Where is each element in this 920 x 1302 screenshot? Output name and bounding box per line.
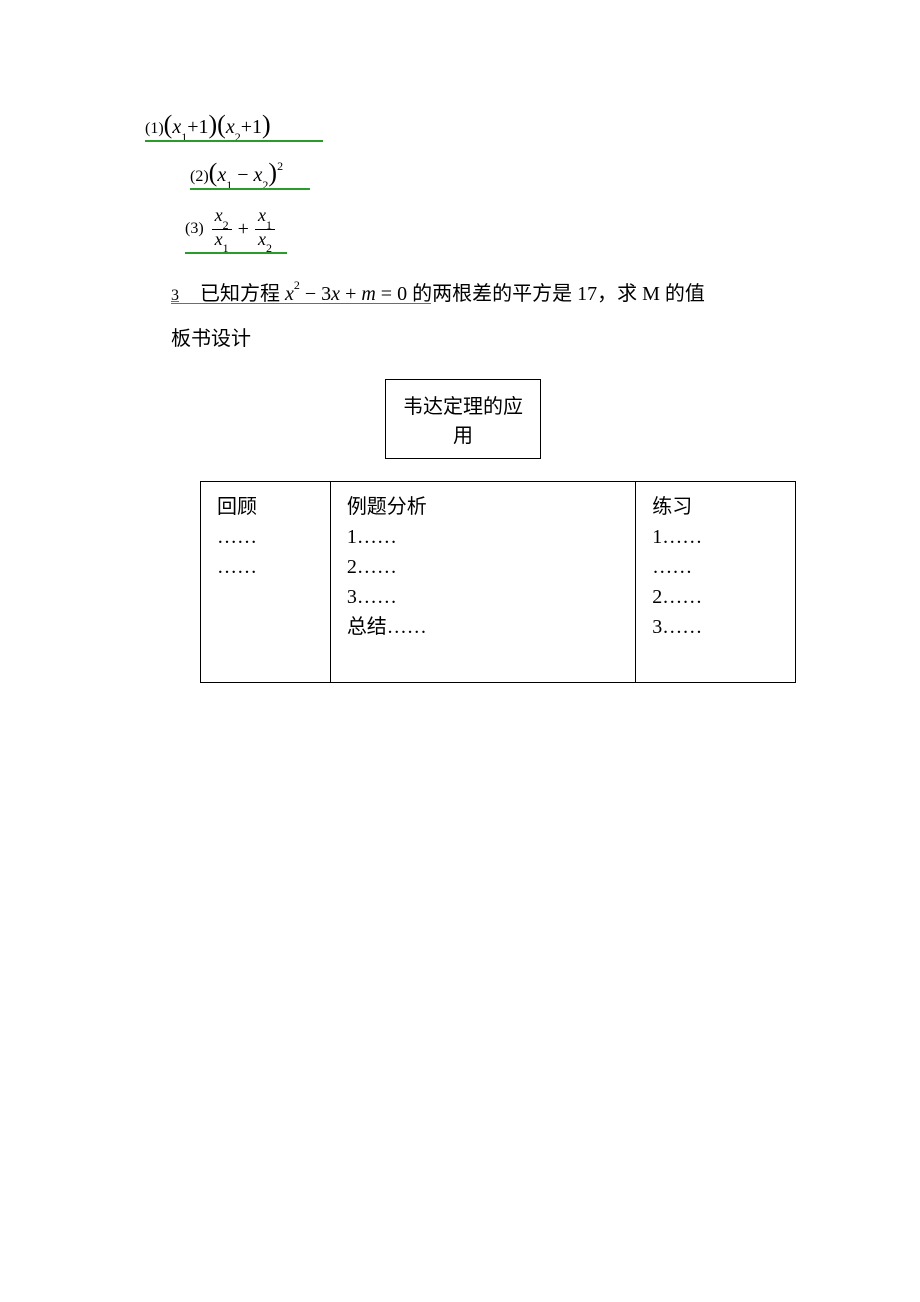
q3-text-post: 的两根差的平方是 17，求 M 的值 bbox=[412, 283, 705, 305]
q3-number: 3 bbox=[171, 287, 179, 304]
green-underline bbox=[145, 140, 165, 142]
question-3: 3 已知方程 x2 − 3x + m = 0 的两根差的平方是 17，求 M 的… bbox=[145, 277, 920, 306]
col-item: …… bbox=[217, 522, 314, 552]
board-col-examples: 例题分析 1…… 2…… 3…… 总结…… bbox=[331, 481, 636, 683]
col-header: 回顾 bbox=[217, 492, 314, 522]
fraction-2: x1 x2 bbox=[255, 206, 275, 253]
col-header: 例题分析 bbox=[347, 492, 619, 522]
col-item: 总结…… bbox=[347, 612, 619, 642]
green-underline bbox=[190, 188, 210, 190]
green-underline bbox=[185, 252, 207, 254]
col-item: …… bbox=[652, 552, 779, 582]
green-underline bbox=[210, 188, 310, 190]
col-item: …… bbox=[217, 552, 314, 582]
col-header: 练习 bbox=[652, 492, 779, 522]
fraction-1: x2 x1 bbox=[212, 206, 232, 253]
col-item: 3…… bbox=[652, 612, 779, 642]
title-box: 韦达定理的应用 bbox=[385, 379, 541, 459]
col-item: 1…… bbox=[347, 522, 619, 552]
board-col-review: 回顾 …… …… bbox=[201, 481, 331, 683]
equation-1: (1)(x1+1)(x2+1) bbox=[145, 110, 920, 142]
eq1-label: (1) bbox=[145, 120, 164, 137]
col-item: 1…… bbox=[652, 522, 779, 552]
green-underline bbox=[165, 140, 323, 142]
col-item: 3…… bbox=[347, 582, 619, 612]
eq2-label: (2) bbox=[190, 168, 209, 185]
eq3-label: (3) bbox=[185, 220, 204, 238]
green-underline bbox=[207, 252, 287, 254]
green-underline bbox=[171, 303, 431, 305]
q3-text-pre: 已知方程 bbox=[200, 283, 280, 305]
equation-2: (2)(x1 − x2)2 bbox=[145, 158, 920, 190]
col-item: 2…… bbox=[652, 582, 779, 612]
board-col-practice: 练习 1…… …… 2…… 3…… bbox=[636, 481, 796, 683]
col-item: 2…… bbox=[347, 552, 619, 582]
board-table: 回顾 …… …… 例题分析 1…… 2…… 3…… 总结…… 练习 1…… ……… bbox=[200, 481, 796, 683]
equation-3: (3) x2 x1 + x1 x2 bbox=[145, 206, 920, 253]
board-design-label: 板书设计 bbox=[145, 322, 920, 351]
